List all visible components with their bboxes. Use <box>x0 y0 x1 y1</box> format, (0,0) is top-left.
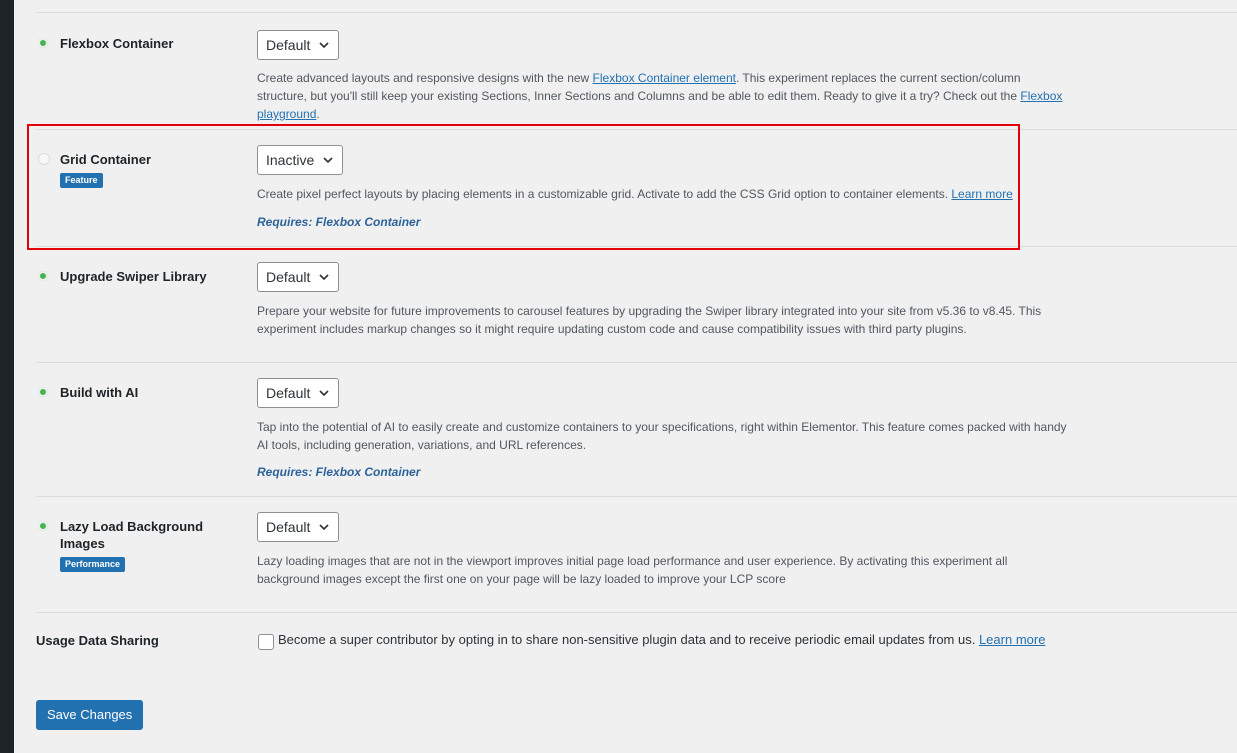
experiment-state-select[interactable]: Default <box>257 262 340 292</box>
select-value: Default <box>266 519 311 535</box>
divider <box>36 12 1237 13</box>
status-active-icon <box>38 521 48 531</box>
status-active-icon <box>38 387 48 397</box>
experiment-state-select[interactable]: Default <box>257 512 340 542</box>
flexbox-container-element-link[interactable]: Flexbox Container element <box>593 71 736 85</box>
experiment-title: Build with AI <box>60 385 139 400</box>
select-value: Default <box>266 385 311 401</box>
select-value: Default <box>266 269 311 285</box>
divider <box>36 612 1237 613</box>
description-text: . <box>316 107 320 121</box>
admin-sidebar-edge <box>0 0 14 753</box>
chevron-down-icon <box>319 42 329 49</box>
requires-note: Requires: Flexbox Container <box>257 465 421 479</box>
chevron-down-icon <box>319 390 329 397</box>
experiment-state-select[interactable]: Default <box>257 378 340 408</box>
experiment-description: Lazy loading images that are not in the … <box>257 554 1008 586</box>
experiment-description: Create advanced layouts and responsive d… <box>257 69 1072 123</box>
status-active-icon <box>38 271 48 281</box>
experiment-state-select[interactable]: Default <box>257 30 340 60</box>
experiment-description: Prepare your website for future improvem… <box>257 304 1042 336</box>
select-value: Default <box>266 37 311 53</box>
usage-learn-more-link[interactable]: Learn more <box>979 632 1045 647</box>
chevron-down-icon <box>319 274 329 281</box>
status-active-icon <box>38 38 48 48</box>
divider <box>36 362 1237 363</box>
divider <box>36 496 1237 497</box>
experiment-title: Upgrade Swiper Library <box>60 269 207 284</box>
performance-badge: Performance <box>60 557 126 572</box>
description-text: Create advanced layouts and responsive d… <box>257 71 593 85</box>
experiment-title: Lazy Load Background Images <box>60 519 204 551</box>
usage-data-sharing-label: Usage Data Sharing <box>36 633 159 648</box>
experiment-description: Tap into the potential of AI to easily c… <box>257 420 1067 452</box>
usage-opt-in-text: Become a super contributor by opting in … <box>278 632 1045 647</box>
save-changes-button[interactable]: Save Changes <box>36 700 144 730</box>
experiment-title: Flexbox Container <box>60 36 174 51</box>
usage-text: Become a super contributor by opting in … <box>278 632 979 647</box>
highlight-box <box>27 124 1020 250</box>
chevron-down-icon <box>319 524 329 531</box>
usage-opt-in-checkbox[interactable] <box>258 634 274 650</box>
